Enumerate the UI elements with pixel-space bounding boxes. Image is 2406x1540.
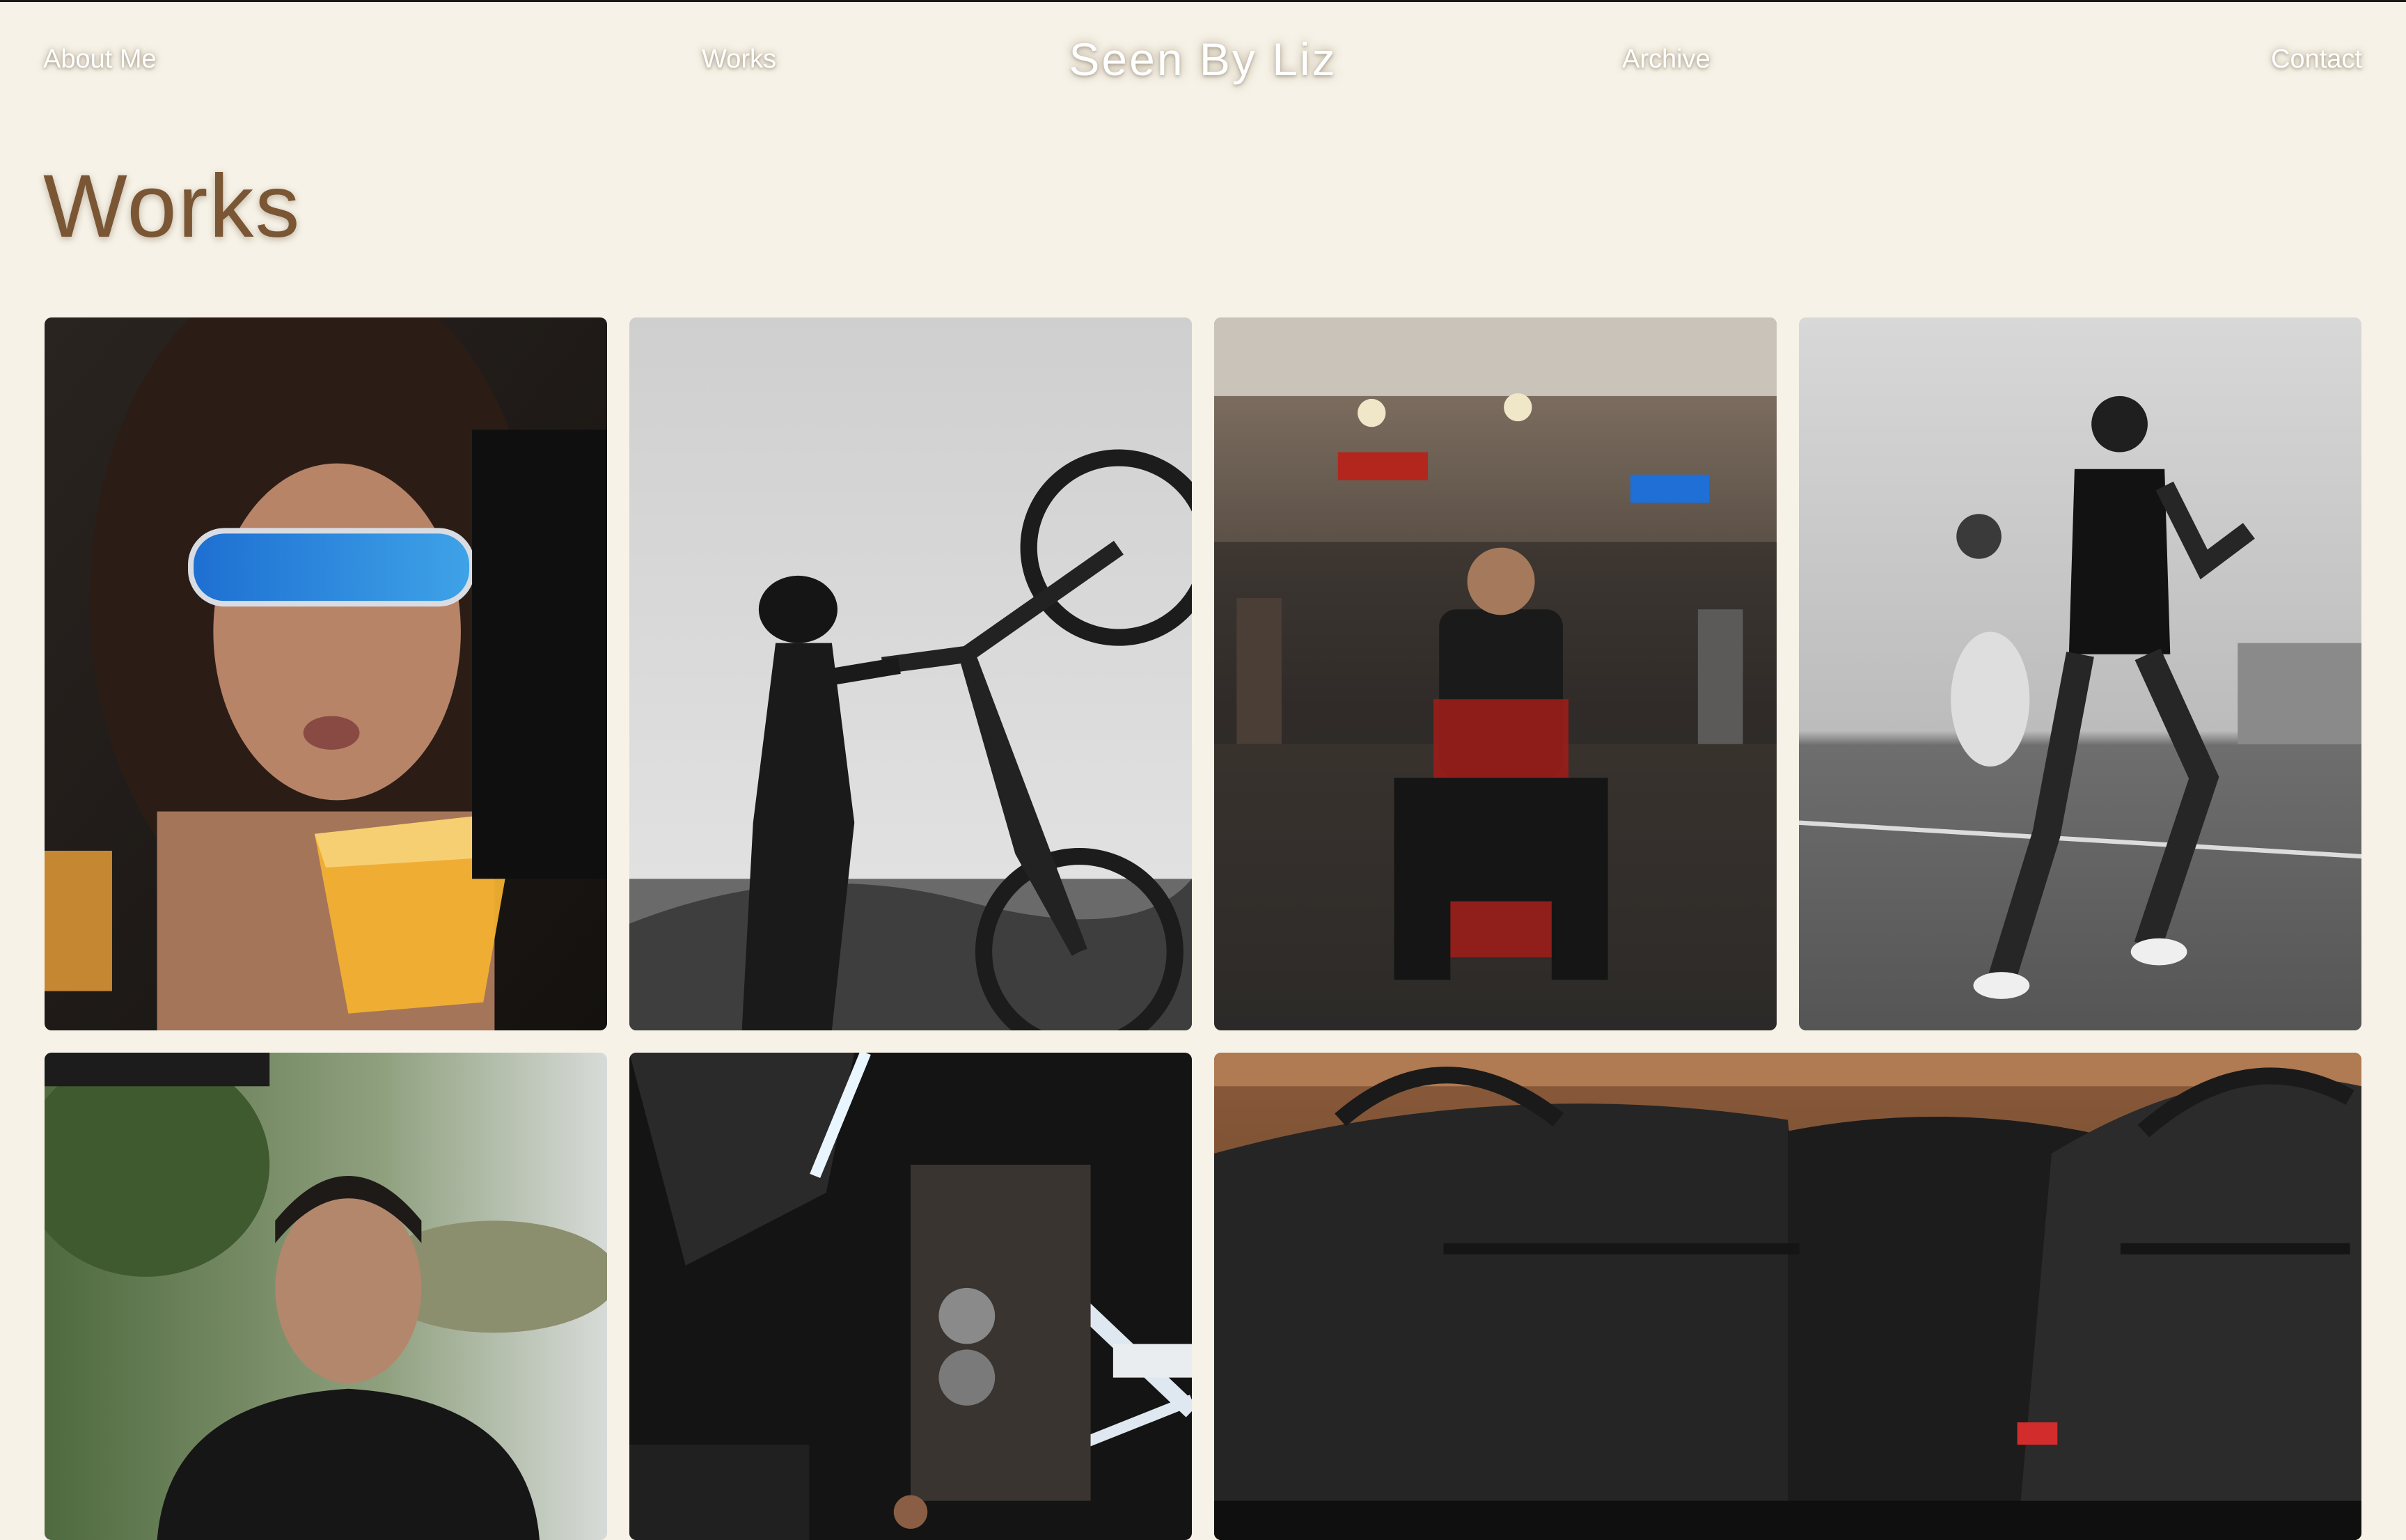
top-border	[0, 0, 2406, 2]
photo-runners-track	[1799, 317, 2361, 1030]
gallery-photo-2[interactable]	[629, 317, 1192, 1030]
photo-woman-sunglasses-drink	[45, 317, 607, 1030]
gallery-photo-1[interactable]	[45, 317, 607, 1030]
site-brand[interactable]: Seen By Liz	[0, 32, 2406, 86]
page-title: Works	[43, 157, 301, 256]
photo-man-portrait-outdoors	[45, 1053, 607, 1540]
gallery-photo-3[interactable]	[1214, 317, 1777, 1030]
photo-mountain-biker-hill	[629, 317, 1192, 1030]
photo-duffel-bags	[1214, 1053, 2361, 1540]
photo-gym-interior	[629, 1053, 1192, 1540]
gallery-photo-4[interactable]	[1799, 317, 2361, 1030]
photo-man-red-chair-market	[1214, 317, 1777, 1030]
gallery-photo-7[interactable]	[1214, 1053, 2361, 1540]
gallery-photo-6[interactable]	[629, 1053, 1192, 1540]
gallery-photo-5[interactable]	[45, 1053, 607, 1540]
